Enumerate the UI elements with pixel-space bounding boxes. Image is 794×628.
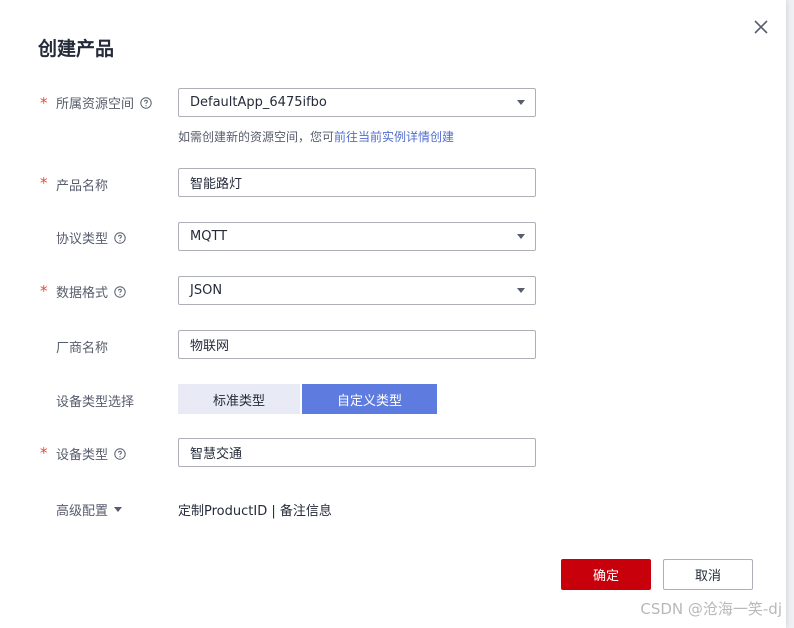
protocol-select[interactable]: MQTT: [178, 222, 536, 251]
data-format-value: JSON: [190, 283, 223, 298]
required-marker: *: [40, 94, 48, 112]
product-name-value: 智能路灯: [190, 177, 243, 192]
required-marker: *: [40, 282, 48, 300]
product-name-label: 产品名称: [56, 179, 109, 194]
help-icon[interactable]: [114, 447, 126, 460]
device-type-select-label: 设备类型选择: [56, 395, 135, 410]
chevron-down-icon: [517, 288, 525, 293]
protocol-label: 协议类型: [56, 232, 109, 247]
device-type-input[interactable]: 智慧交通: [178, 438, 536, 467]
caret-down-icon: [114, 507, 123, 512]
hint-link[interactable]: 前往当前实例详情创建: [334, 130, 454, 144]
resource-space-value: DefaultApp_6475ifbo: [190, 95, 327, 110]
create-product-dialog: 创建产品 * 所属资源空间 DefaultApp_6475ifbo 如需创建新的…: [0, 0, 786, 628]
hint-text: 如需创建新的资源空间，您可: [178, 130, 335, 144]
advanced-label: 高级配置: [56, 504, 109, 519]
resource-space-label-wrap: 所属资源空间: [56, 93, 152, 112]
close-icon[interactable]: [752, 18, 770, 36]
vendor-value: 物联网: [190, 339, 230, 354]
data-format-label: 数据格式: [56, 286, 109, 301]
confirm-button[interactable]: 确定: [561, 559, 651, 590]
advanced-toggle[interactable]: 高级配置: [56, 500, 123, 519]
resource-space-hint: 如需创建新的资源空间，您可前往当前实例详情创建: [178, 128, 454, 145]
device-type-value: 智慧交通: [190, 447, 243, 462]
required-marker: *: [40, 174, 48, 192]
watermark: CSDN @沧海一笑-dj: [640, 600, 782, 618]
custom-type-option[interactable]: 自定义类型: [302, 384, 437, 414]
vendor-label: 厂商名称: [56, 341, 109, 356]
advanced-links[interactable]: 定制ProductID | 备注信息: [178, 500, 332, 519]
standard-type-option[interactable]: 标准类型: [178, 384, 300, 414]
device-type-label-wrap: 设备类型: [56, 444, 126, 463]
device-type-label: 设备类型: [56, 448, 109, 463]
help-icon[interactable]: [114, 285, 126, 298]
protocol-value: MQTT: [190, 229, 228, 244]
product-name-input[interactable]: 智能路灯: [178, 168, 536, 197]
help-icon[interactable]: [114, 231, 126, 244]
chevron-down-icon: [517, 100, 525, 105]
protocol-label-wrap: 协议类型: [56, 228, 126, 247]
data-format-select[interactable]: JSON: [178, 276, 536, 305]
resource-space-select[interactable]: DefaultApp_6475ifbo: [178, 88, 536, 117]
chevron-down-icon: [517, 234, 525, 239]
dialog-title: 创建产品: [38, 38, 115, 60]
resource-space-label: 所属资源空间: [56, 97, 135, 112]
help-icon[interactable]: [140, 96, 152, 109]
vendor-input[interactable]: 物联网: [178, 330, 536, 359]
data-format-label-wrap: 数据格式: [56, 282, 126, 301]
cancel-button[interactable]: 取消: [663, 559, 753, 590]
required-marker: *: [40, 444, 48, 462]
